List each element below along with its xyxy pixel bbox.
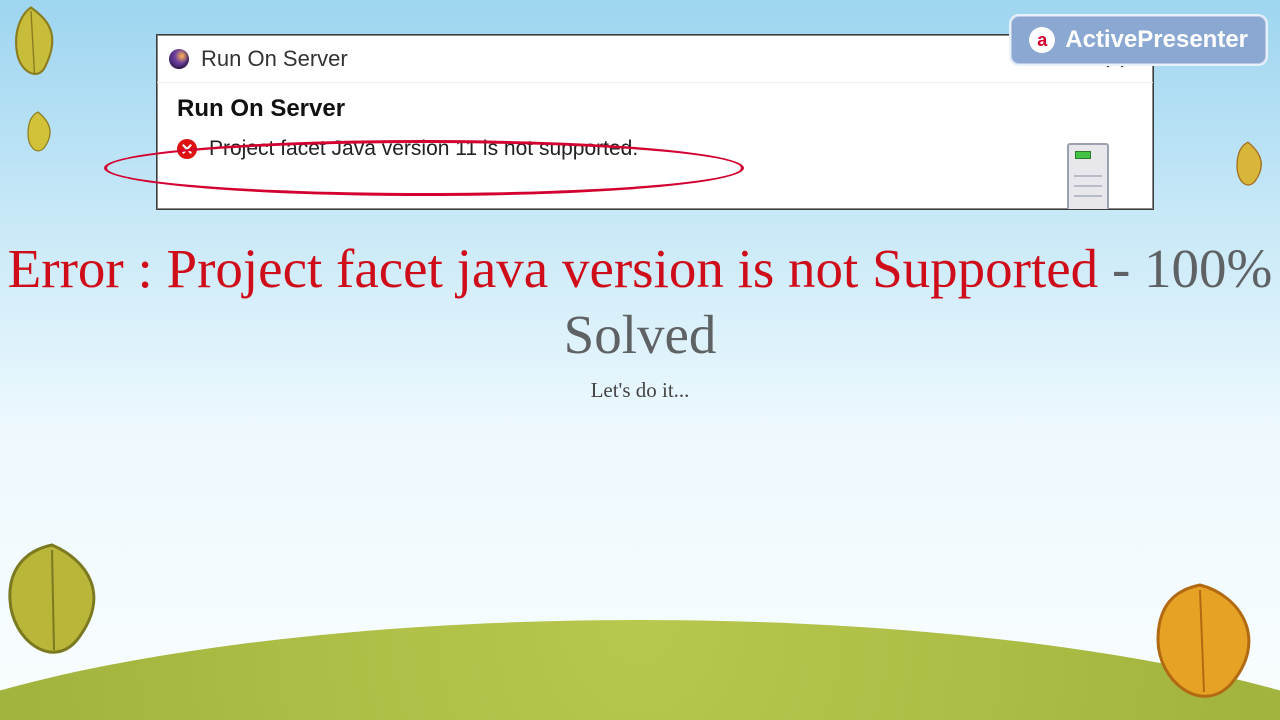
slide-stage: Run On Server Run On Server Project face… — [0, 0, 1280, 720]
leaf-icon — [0, 4, 66, 94]
slide-title: Error : Project facet java version is no… — [0, 236, 1280, 368]
dialog-titlebar: Run On Server — [157, 35, 1153, 83]
watermark-label: ActivePresenter — [1065, 26, 1248, 54]
leaf-icon — [0, 540, 112, 660]
leaf-icon — [1140, 580, 1260, 700]
error-icon — [177, 139, 197, 159]
activepresenter-logo-icon: a — [1029, 27, 1055, 53]
dialog-error-text: Project facet Java version 11 is not sup… — [209, 137, 638, 161]
eclipse-icon — [169, 49, 189, 69]
dialog-window-title: Run On Server — [201, 46, 1049, 72]
slide-title-red: Error : Project facet java version is no… — [8, 238, 1099, 299]
leaf-icon — [1226, 140, 1270, 192]
background-hill — [0, 620, 1280, 720]
server-icon — [1067, 143, 1109, 210]
dialog-error-line: Project facet Java version 11 is not sup… — [177, 137, 1133, 161]
dialog-heading: Run On Server — [177, 95, 1133, 123]
leaf-icon — [18, 110, 58, 158]
slide-title-sep: - — [1098, 238, 1144, 299]
dialog-body: Run On Server Project facet Java version… — [157, 83, 1153, 173]
slide-subtitle: Let's do it... — [0, 378, 1280, 403]
run-on-server-dialog: Run On Server Run On Server Project face… — [156, 34, 1154, 210]
watermark-badge: a ActivePresenter — [1009, 14, 1268, 66]
